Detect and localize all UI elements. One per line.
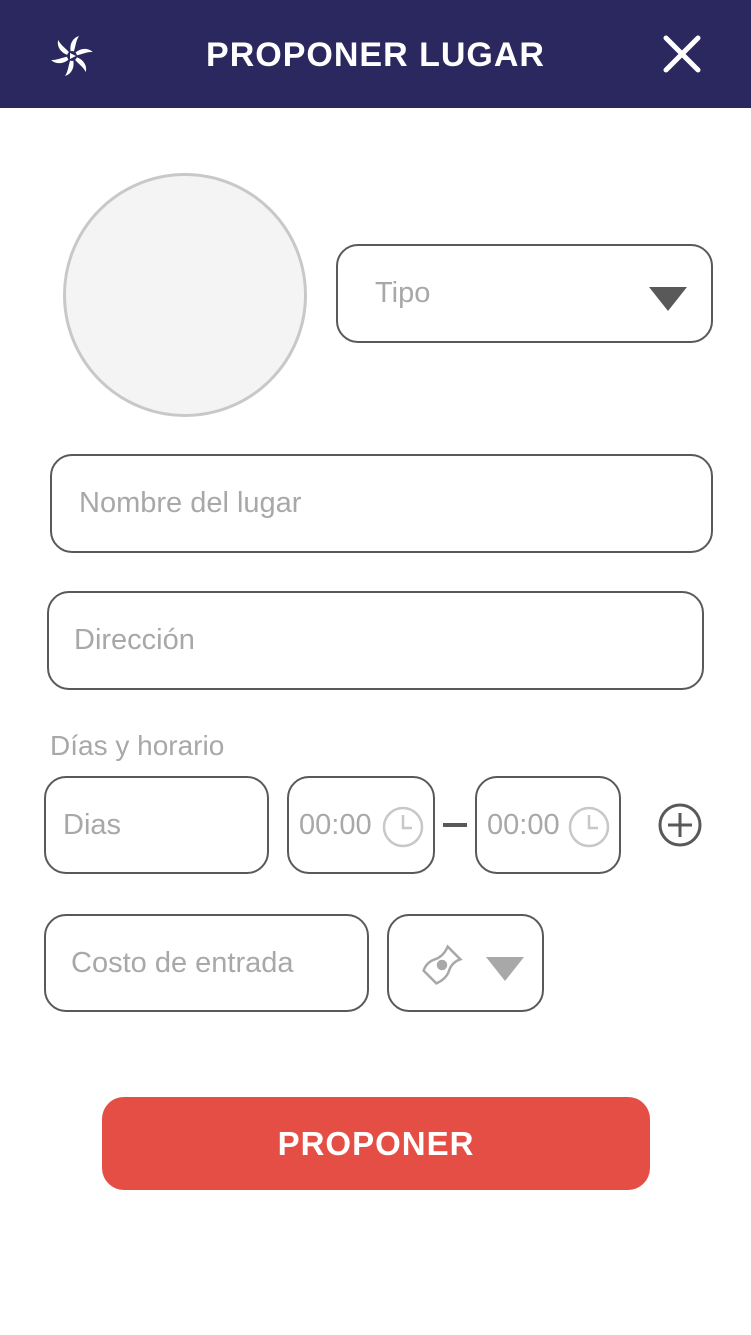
currency-select[interactable]: [387, 914, 544, 1012]
tipo-placeholder: Tipo: [375, 277, 431, 309]
dropdown-triangle-icon: [649, 287, 687, 311]
photo-upload-circle[interactable]: [63, 173, 307, 417]
add-schedule-icon[interactable]: [657, 802, 703, 848]
proponer-button[interactable]: PROPONER: [102, 1097, 650, 1190]
page-title: PROPONER LUGAR: [206, 36, 545, 74]
costo-input[interactable]: Costo de entrada: [44, 914, 369, 1012]
nombre-placeholder: Nombre del lugar: [79, 487, 302, 519]
dias-placeholder: Dias: [63, 808, 122, 841]
close-icon[interactable]: [660, 32, 704, 76]
clock-icon: [382, 806, 424, 848]
end-time-input[interactable]: 00:00: [475, 776, 621, 874]
clock-icon: [568, 806, 610, 848]
costo-placeholder: Costo de entrada: [71, 946, 294, 979]
direccion-input[interactable]: Dirección: [47, 591, 704, 690]
dias-input[interactable]: Dias: [44, 776, 269, 874]
end-time-value: 00:00: [487, 808, 560, 841]
schedule-label: Días y horario: [50, 730, 225, 761]
direccion-placeholder: Dirección: [74, 624, 195, 656]
money-bill-icon: [422, 944, 463, 985]
start-time-value: 00:00: [299, 808, 372, 841]
start-time-input[interactable]: 00:00: [287, 776, 435, 874]
nombre-input[interactable]: Nombre del lugar: [50, 454, 713, 553]
top-bar: PROPONER LUGAR: [0, 0, 751, 108]
time-range-dash: [443, 823, 467, 827]
tipo-select[interactable]: Tipo: [336, 244, 713, 343]
dropdown-triangle-icon: [486, 957, 524, 981]
